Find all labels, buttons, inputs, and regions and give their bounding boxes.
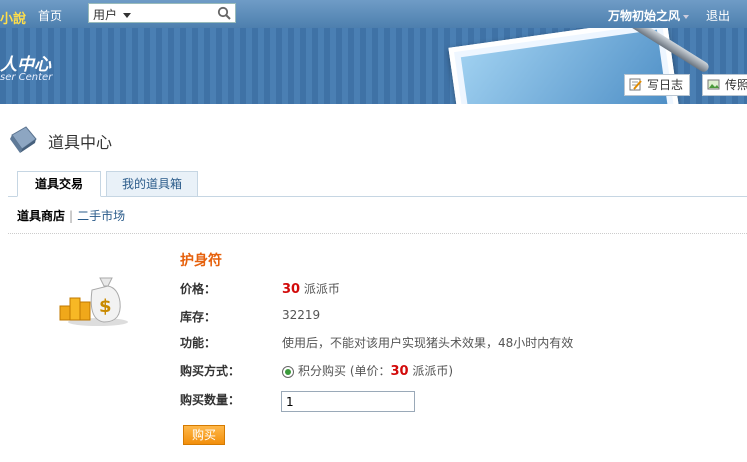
svg-text:$: $ [99,296,112,317]
subnav-prop-store[interactable]: 道具商店 [17,209,65,223]
price-label: 价格： [180,282,217,296]
search-type-label: 用户 [93,8,118,22]
method-option-text: 积分购买 (单价： [298,364,391,378]
upload-photo-label: 传照 [725,78,747,92]
user-name-menu[interactable]: 万物初始之风 [608,7,690,24]
upload-photo-button[interactable]: 传照 [702,74,747,96]
chevron-down-icon [123,13,132,18]
section-divider [8,233,747,234]
logout-link[interactable]: 退出 [706,7,730,24]
radio-selected-icon[interactable] [282,365,294,378]
stock-value: 32219 [282,308,321,322]
search-type-select[interactable]: 用户 [93,6,132,23]
search-icon[interactable] [217,6,231,20]
prop-center-icon [10,126,37,153]
price-amount: 30 [282,282,301,297]
breadcrumb: 道具商店 | 二手市场 [17,207,125,224]
subnav-separator: | [69,209,74,223]
purchase-method-label: 购买方式： [180,364,241,378]
header-banner: 人中心 ser Center 写日志 传照 [0,28,747,104]
method-unit: 派派币) [412,364,454,378]
banner-subtitle: ser Center [0,72,53,83]
site-logo-fragment: 小說 [0,12,27,27]
function-label: 功能： [180,336,217,350]
stock-label: 库存： [180,310,217,324]
subnav-second-hand-market[interactable]: 二手市场 [77,209,125,223]
tab-prop-trade[interactable]: 道具交易 [17,171,101,197]
buy-button[interactable]: 购买 [183,425,225,445]
search-box: 用户 [88,3,236,23]
item-name: 护身符 [180,253,222,269]
write-log-button[interactable]: 写日志 [624,74,691,96]
edit-icon [629,78,642,91]
chevron-down-icon [683,14,690,19]
price-value: 30 派派币 [282,280,340,297]
tab-my-prop-box[interactable]: 我的道具箱 [106,171,198,197]
nav-home-link[interactable]: 首页 [38,7,62,24]
photo-icon [707,79,720,90]
method-unit-price: 30 [390,364,409,379]
money-bag-icon: $ [59,277,128,326]
function-value: 使用后，不能对该用户实现猪头术效果，48小时内有效 [282,336,574,350]
price-unit: 派派币 [303,282,340,296]
page-title: 道具中心 [48,133,113,152]
quantity-input[interactable] [281,391,415,412]
top-nav-bar: 小說 首页 用户 万物初始之风 退出 [0,0,747,28]
write-log-label: 写日志 [647,78,684,92]
purchase-method-option[interactable]: 积分购买 (单价：30 派派币) [282,362,453,379]
user-name-label: 万物初始之风 [608,9,681,23]
quantity-label: 购买数量： [180,393,241,407]
